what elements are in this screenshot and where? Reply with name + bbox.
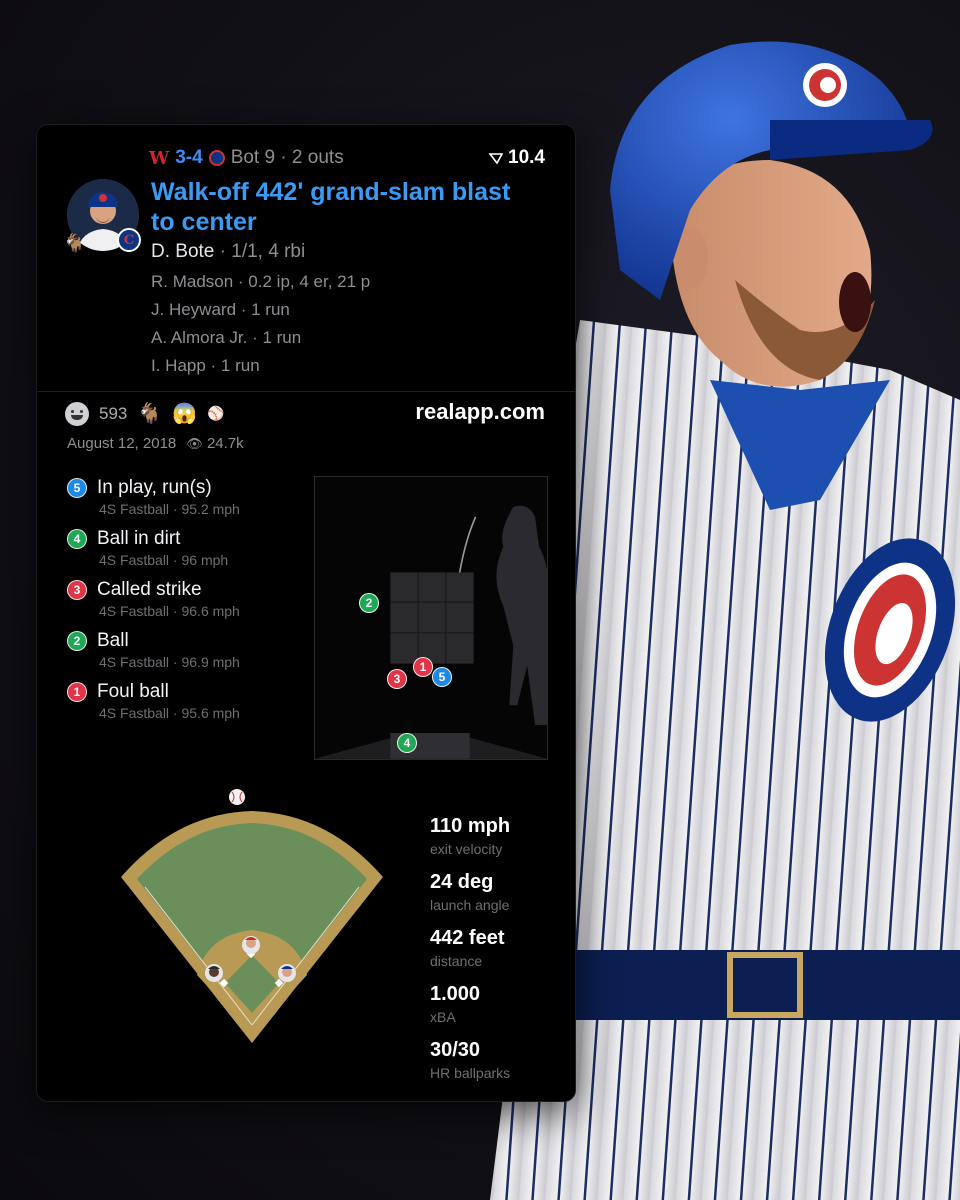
runner-line[interactable]: J. Heyward · 1 run [151,300,370,320]
pitch-item[interactable]: 3 Called strike 4S Fastball · 96.6 mph [67,579,240,630]
pitch-item[interactable]: 2 Ball 4S Fastball · 96.9 mph [67,630,240,681]
stat-distance: 442 feet distance [430,927,510,983]
stat-xba: 1.000 xBA [430,983,510,1039]
pitch-location-marker[interactable]: 5 [432,667,452,687]
pitch-item[interactable]: 4 Ball in dirt 4S Fastball · 96 mph [67,528,240,579]
pitch-detail: 4S Fastball · 96 mph [99,552,229,568]
stat-launch-angle: 24 deg launch angle [430,871,510,927]
pitcher-line[interactable]: R. Madson · 0.2 ip, 4 er, 21 p [151,272,370,292]
pitch-item[interactable]: 5 In play, run(s) 4S Fastball · 95.2 mph [67,477,240,528]
pitch-detail: 4S Fastball · 95.6 mph [99,705,240,721]
ballpark-diagram [121,789,383,1043]
pitch-detail: 4S Fastball · 95.2 mph [99,501,240,517]
pitch-result: Called strike [97,579,202,600]
stat-exit-velocity: 110 mph exit velocity [430,815,510,871]
view-count: 24.7k [206,435,244,452]
stat-value: 442 feet [430,927,505,949]
reaction-count: 593 [99,403,128,423]
divider [37,391,575,392]
pitch-location-marker[interactable]: 3 [387,669,407,689]
stat-value: 110 mph [430,815,511,837]
pitch-sequence: 5 In play, run(s) 4S Fastball · 95.2 mph… [67,477,240,732]
pitch-item[interactable]: 1 Foul ball 4S Fastball · 95.6 mph [67,681,240,732]
pitch-result: Ball in dirt [97,528,181,549]
statcast-stats: 110 mph exit velocity 24 deg launch angl… [430,815,510,1095]
pitch-detail: 4S Fastball · 96.6 mph [99,603,240,619]
score-line: W 3-4 Bot 9 · 2 outs [149,147,344,169]
site-link[interactable]: realapp.com [415,399,545,425]
play-header: W 3-4 Bot 9 · 2 outs 10.4 C 🐐 Walk-off 4… [37,125,575,391]
leverage-value: 10.4 [508,147,545,168]
stat-label: launch angle [430,897,510,913]
pitch-number-badge: 2 [67,631,87,651]
batter-name: D. Bote [151,241,215,262]
pitch-number-badge: 5 [67,478,87,498]
leverage-icon [489,153,504,165]
stat-label: distance [430,953,483,969]
views: 👁 24.7k [186,435,243,452]
pitch-number-badge: 3 [67,580,87,600]
pitch-result: Foul ball [97,681,169,702]
goat-reaction-icon[interactable]: 🐐 [137,401,162,426]
play-date: August 12, 2018 [67,435,177,452]
runner-line[interactable]: A. Almora Jr. · 1 run [151,328,370,348]
stat-value: 1.000 [430,983,481,1005]
stat-label: HR ballparks [430,1065,511,1081]
nationals-logo-icon: W [149,147,170,169]
pitch-detail: 4S Fastball · 96.9 mph [99,654,240,670]
players-involved: D. Bote · 1/1, 4 rbi R. Madson · 0.2 ip,… [151,241,370,384]
pitch-location-marker[interactable]: 2 [359,593,379,613]
team-reaction-icon[interactable]: ⚾ [207,405,224,422]
game-score: 3-4 [175,147,203,168]
stat-hr-ballparks: 30/30 HR ballparks [430,1039,510,1095]
runner-line[interactable]: I. Happ · 1 run [151,356,370,376]
cubs-logo-icon [208,150,225,166]
pitch-location-marker[interactable]: 4 [397,733,417,753]
stat-label: exit velocity [430,841,503,857]
pitch-number-badge: 1 [67,682,87,702]
pitch-number-badge: 4 [67,529,87,549]
batter-stat: · 1/1, 4 rbi [219,241,306,262]
play-card[interactable]: W 3-4 Bot 9 · 2 outs 10.4 C 🐐 Walk-off 4… [36,124,576,1102]
inning-state: Bot 9 · 2 outs [230,147,344,168]
strike-zone-plot[interactable]: 2 1 3 5 4 [314,476,548,760]
reaction-bar: 593 🐐 😱 ⚾ [65,401,225,426]
eye-icon: 👁 [186,436,203,451]
goat-icon: 🐐 [63,233,86,253]
strike-zone-graphic [315,505,547,759]
pitch-result: In play, run(s) [97,477,212,498]
stat-value: 24 deg [430,871,494,893]
leverage-index: 10.4 [489,147,545,169]
stat-value: 30/30 [430,1039,481,1061]
spray-chart[interactable] [117,785,387,1047]
team-badge-icon: C [117,228,141,252]
date-line: August 12, 2018 👁 24.7k [67,435,244,452]
pitch-result: Ball [97,630,129,651]
pitch-location-marker[interactable]: 1 [413,657,433,677]
scream-reaction-icon[interactable]: 😱 [172,401,197,426]
batter-line[interactable]: D. Bote · 1/1, 4 rbi [151,241,370,263]
smile-reaction-icon[interactable] [65,401,89,426]
stat-label: xBA [430,1009,456,1025]
play-headline[interactable]: Walk-off 442' grand-slam blast to center [151,177,531,237]
